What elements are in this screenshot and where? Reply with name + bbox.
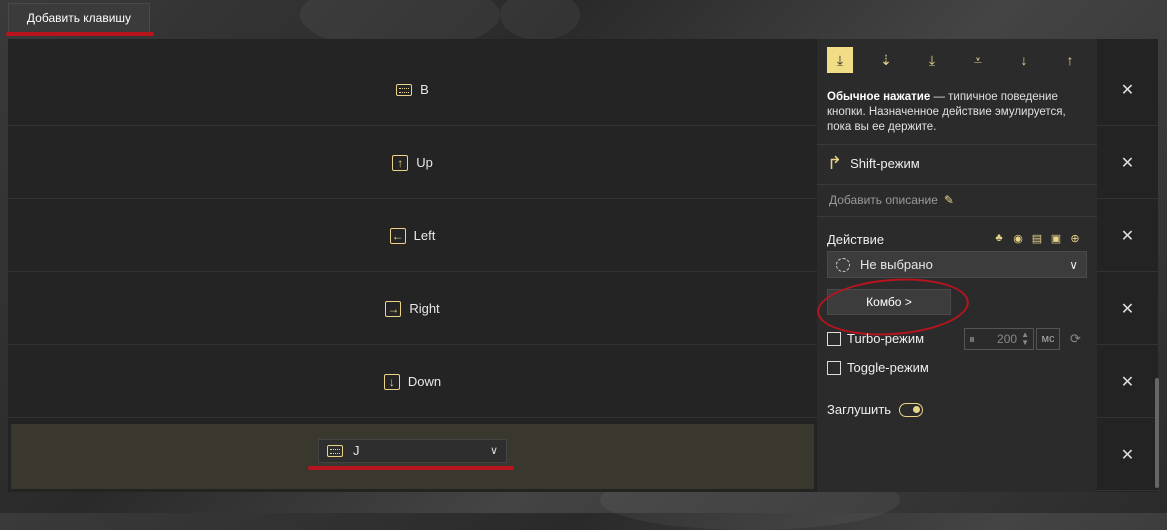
action-value: Не выбрано [860,257,933,272]
add-key-button[interactable]: Добавить клавишу [8,3,150,33]
close-icon[interactable]: ✕ [1097,200,1158,272]
turbo-label: Turbo-режим [847,331,925,346]
key-row-right[interactable]: → Right [8,273,817,345]
key-label: Up [416,155,433,170]
press-mode-tabs: ⤓ ⇣ ⤓ ⩡ ↓ ↑ [827,47,1103,73]
key-label: Down [407,374,442,389]
arrow-down-icon: ↓ [383,373,400,390]
turbo-interval-input[interactable]: ⏸ 200 ▲ ▼ [964,328,1034,350]
key-label: Left [413,228,436,243]
shift-arrow-icon: ↱ [827,153,843,173]
pencil-icon: ✎ [943,193,954,207]
divider [817,184,1097,185]
close-icon[interactable]: ✕ [1097,54,1158,126]
add-description-button[interactable]: Добавить описание ✎ [829,193,954,207]
annotation-underline [6,32,154,36]
remove-column: ✕ ✕ ✕ ✕ ✕ ✕ [1097,39,1158,492]
action-label: Действие [827,232,885,247]
turbo-unit: мс [1036,328,1060,350]
crosshair-icon[interactable]: ⊕ [1069,232,1081,245]
key-label: Right [409,301,440,316]
toggle-mode-label: Toggle-режим [847,360,929,375]
divider [817,216,1097,217]
key-row-up[interactable]: ↑ Up [8,127,817,199]
arrow-right-icon: → [385,300,402,317]
divider [817,144,1097,145]
arrow-up-icon: ↑ [392,154,409,171]
chevron-down-icon: ∨ [1069,257,1078,272]
annotation-underline [308,466,514,470]
arrow-left-icon: ← [389,227,406,244]
close-icon[interactable]: ✕ [1097,419,1158,491]
key-select-value: J [353,443,360,458]
up-icon[interactable]: ↑ [1057,47,1083,73]
key-row-left[interactable]: ← Left [8,200,817,272]
mouse-icon[interactable]: ◉ [1012,232,1024,245]
key-select[interactable]: J ∨ [318,438,507,463]
checkbox[interactable] [827,331,841,346]
key-list: B ↑ Up ← Left → Right ↓ Down J ∨ [8,39,817,492]
action-type-icons: ♣ ◉ ▤ ▣ ⊕ [993,232,1081,245]
shift-mode-button[interactable]: ↱ Shift-режим [827,153,920,174]
turbo-value: 200 [997,332,1018,346]
stepper-icon[interactable]: ▲ ▼ [1021,331,1029,347]
selected-key-row[interactable]: J ∨ [11,424,814,489]
key-row-down[interactable]: ↓ Down [8,346,817,418]
turbo-checkbox[interactable]: Turbo-режим [827,331,924,346]
double-press-icon[interactable]: ⤓ [919,47,945,73]
close-icon[interactable]: ✕ [1097,273,1158,345]
empty-circle-icon [836,257,850,272]
key-label: B [420,82,429,97]
checkbox[interactable] [827,360,841,375]
settings-panel: ⤓ ⇣ ⤓ ⩡ ↓ ↑ Обычное нажатие — типичное п… [815,39,1097,492]
normal-press-icon[interactable]: ⤓ [827,47,853,73]
add-description-label: Добавить описание [829,193,938,207]
action-dropdown[interactable]: Не выбрано ∨ [827,251,1087,278]
toggle-mode-checkbox[interactable]: Toggle-режим [827,360,929,375]
toggle-switch[interactable] [899,402,924,417]
keyboard-icon [396,83,413,96]
gamepad-icon[interactable]: ♣ [993,232,1005,245]
close-icon[interactable]: ✕ [1097,127,1158,199]
keyboard-icon [327,444,343,457]
key-row-b[interactable]: B [8,54,817,126]
pause-icon: ⏸ [969,331,976,346]
scrollbar[interactable] [1155,378,1159,488]
triple-press-icon[interactable]: ⩡ [965,47,991,73]
shift-mode-label: Shift-режим [850,156,920,171]
keyboard-icon[interactable]: ▤ [1031,232,1043,245]
down-icon[interactable]: ↓ [1011,47,1037,73]
chevron-down-icon: ∨ [489,445,498,457]
reset-icon[interactable]: ⟳ [1070,331,1081,347]
mute-label: Заглушить [827,402,892,417]
long-press-icon[interactable]: ⇣ [873,47,899,73]
mute-toggle[interactable]: Заглушить [827,402,924,417]
mode-description: Обычное нажатие — типичное поведение кно… [827,91,1066,133]
close-icon[interactable]: ✕ [1097,346,1158,418]
terminal-icon[interactable]: ▣ [1050,232,1062,245]
